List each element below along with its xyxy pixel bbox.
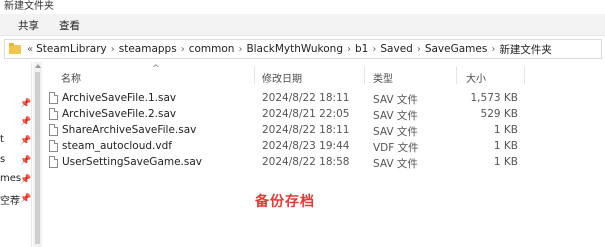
file-size: 1,573 KB [470,92,519,104]
file-date: 2024/8/22 18:11 [262,92,350,104]
file-icon [49,124,58,136]
column-header-type[interactable]: 类型 [373,70,393,85]
file-date: 2024/8/23 19:44 [262,140,350,152]
file-type: SAV 文件 [373,158,418,170]
navigation-pane: 📌 📌 t 📌 s 📌 mes 📌 空荐 📌 [0,62,32,247]
pin-icon[interactable]: 📌 [20,99,31,109]
file-name: ShareArchiveSaveFile.sav [62,124,197,136]
pin-icon[interactable]: 📌 [20,136,31,146]
pin-icon[interactable]: 📌 [20,175,31,185]
crumb-blackmythwukong[interactable]: BlackMythWukong [246,43,343,55]
address-breadcrumb[interactable]: « SteamLibrary › steamapps › common › Bl… [4,39,602,59]
chevron-right-icon[interactable]: › [491,44,495,55]
nav-item[interactable]: s [0,154,5,165]
pin-icon[interactable]: 📌 [20,117,31,127]
file-name: UserSettingSaveGame.sav [62,156,203,168]
tab-share[interactable]: 共享 [18,18,39,33]
file-list: ^ 名称 修改日期 类型 大小 ArchiveSaveFile.1.sav 20… [44,62,605,247]
nav-scrollbar[interactable] [33,62,42,247]
file-row[interactable]: steam_autocloud.vdf 2024/8/23 19:44 VDF … [44,139,605,154]
breadcrumb-overflow-icon[interactable]: « [27,44,33,55]
file-size: 1 KB [493,124,518,136]
file-icon [49,92,58,104]
file-type: SAV 文件 [373,94,418,106]
column-divider[interactable] [524,66,525,84]
column-header-name[interactable]: 名称 [61,70,81,85]
crumb-savegames[interactable]: SaveGames [425,43,488,55]
column-divider[interactable] [254,66,255,84]
file-type: VDF 文件 [373,142,419,154]
file-size: 529 KB [480,108,518,120]
file-icon [49,140,58,152]
crumb-b1[interactable]: b1 [355,43,368,55]
chevron-right-icon[interactable]: › [181,44,185,55]
file-name: ArchiveSaveFile.2.sav [62,108,177,120]
file-icon [49,156,58,168]
address-bar: « SteamLibrary › steamapps › common › Bl… [0,37,605,61]
window-title: 新建文件夹 [4,1,54,12]
chevron-right-icon[interactable]: › [238,44,242,55]
ribbon: 共享 查看 [0,14,605,36]
file-size: 1 KB [493,156,518,168]
crumb-common[interactable]: common [189,43,235,55]
file-type: SAV 文件 [373,126,418,138]
file-size: 1 KB [493,140,518,152]
file-row[interactable]: ShareArchiveSaveFile.sav 2024/8/22 18:11… [44,123,605,138]
nav-item[interactable]: t [0,134,4,145]
chevron-right-icon[interactable]: › [347,44,351,55]
nav-item[interactable]: mes [0,173,21,184]
crumb-current-folder[interactable]: 新建文件夹 [499,42,552,57]
backup-annotation: 备份存档 [255,194,315,210]
column-divider[interactable] [456,66,457,84]
title-bar: 新建文件夹 [0,0,605,14]
pin-icon[interactable]: 📌 [20,156,31,166]
folder-icon [9,42,21,54]
crumb-steamapps[interactable]: steamapps [119,43,177,55]
chevron-right-icon[interactable]: › [417,44,421,55]
column-divider[interactable] [364,66,365,84]
file-row[interactable]: ArchiveSaveFile.1.sav 2024/8/22 18:11 SA… [44,91,605,106]
sort-up-icon: ^ [152,64,160,74]
crumb-steamlibrary[interactable]: SteamLibrary [36,43,107,55]
file-icon [49,108,58,120]
column-header-date[interactable]: 修改日期 [262,70,302,85]
chevron-right-icon[interactable]: › [372,44,376,55]
chevron-right-icon[interactable]: › [111,44,115,55]
scroll-up-icon[interactable] [35,64,41,68]
scrollbar-thumb[interactable] [35,72,40,244]
file-row[interactable]: UserSettingSaveGame.sav 2024/8/22 18:58 … [44,155,605,170]
crumb-saved[interactable]: Saved [380,43,412,55]
file-type: SAV 文件 [373,110,418,122]
tab-view[interactable]: 查看 [59,18,80,33]
file-date: 2024/8/22 18:58 [262,156,350,168]
file-row[interactable]: ArchiveSaveFile.2.sav 2024/8/21 22:05 SA… [44,107,605,122]
pin-icon[interactable]: 📌 [20,194,31,204]
file-name: ArchiveSaveFile.1.sav [62,92,177,104]
column-header-size[interactable]: 大小 [466,70,486,85]
nav-item[interactable]: 空荐 [0,192,20,207]
file-name: steam_autocloud.vdf [62,140,172,152]
file-date: 2024/8/21 22:05 [262,108,350,120]
file-date: 2024/8/22 18:11 [262,124,350,136]
